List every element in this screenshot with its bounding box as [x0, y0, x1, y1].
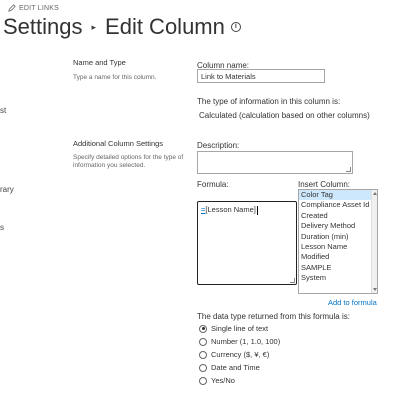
column-name-input[interactable]: Link to Materials: [197, 69, 325, 83]
return-type-label: The data type returned from this formula…: [197, 312, 350, 321]
scroll-up-icon[interactable]: [373, 192, 377, 195]
left-nav-fragment[interactable]: s: [0, 223, 4, 232]
radio-icon[interactable]: [199, 337, 207, 346]
edit-links[interactable]: EDIT LINKS: [8, 4, 59, 12]
additional-settings-heading: Additional Column Settings: [73, 139, 164, 148]
return-type-option[interactable]: Number (1, 1.0, 100): [199, 337, 280, 346]
list-item[interactable]: Lesson Name: [299, 242, 377, 252]
list-item[interactable]: SAMPLE: [299, 263, 377, 273]
breadcrumb-settings[interactable]: Settings: [3, 14, 83, 40]
add-to-formula-button[interactable]: Add to formula: [328, 298, 377, 307]
description-textarea[interactable]: [197, 151, 353, 174]
radio-icon[interactable]: [199, 350, 207, 359]
return-type-option-label: Number (1, 1.0, 100): [211, 337, 281, 346]
radio-icon[interactable]: [199, 376, 207, 385]
resize-handle[interactable]: [290, 278, 295, 283]
description-label: Description:: [197, 141, 240, 150]
return-type-option[interactable]: Yes/No: [199, 376, 235, 385]
list-item[interactable]: System: [299, 273, 377, 283]
radio-selected-icon[interactable]: [199, 324, 207, 333]
additional-settings-description: Specify detailed options for the type of…: [73, 154, 184, 169]
text-caret: [256, 205, 258, 215]
formula-textarea[interactable]: =[Lesson Name]: [197, 201, 297, 285]
pencil-icon: [8, 4, 16, 12]
type-info-label: The type of information in this column i…: [197, 97, 341, 106]
breadcrumb-separator-icon: ▸: [91, 21, 97, 32]
resize-handle[interactable]: [346, 167, 351, 172]
radio-icon[interactable]: [199, 363, 207, 372]
return-type-option-label: Single line of text: [211, 324, 269, 333]
return-type-option-label: Date and Time: [211, 363, 260, 372]
return-type-option[interactable]: Date and Time: [199, 363, 260, 372]
scrollbar[interactable]: [371, 190, 377, 293]
list-item[interactable]: Delivery Method: [299, 221, 377, 231]
scroll-down-icon[interactable]: [373, 288, 377, 291]
return-type-option[interactable]: Currency ($, ¥, €): [199, 350, 269, 359]
edit-links-label: EDIT LINKS: [19, 4, 59, 12]
insert-column-listbox[interactable]: Color Tag Compliance Asset Id Created De…: [298, 189, 378, 294]
list-item[interactable]: Compliance Asset Id: [299, 200, 377, 210]
formula-text: [Lesson Name]: [205, 205, 256, 214]
left-nav-fragment[interactable]: rary: [0, 185, 14, 194]
return-type-option-label: Yes/No: [211, 376, 235, 385]
left-nav-fragment[interactable]: st: [0, 106, 6, 115]
formula-label: Formula:: [197, 180, 229, 189]
name-type-description: Type a name for this column.: [73, 74, 157, 81]
breadcrumb-edit-column: Edit Column: [105, 14, 225, 39]
return-type-option[interactable]: Single line of text: [199, 324, 268, 333]
page-title: Settings ▸ Edit Column i: [3, 14, 241, 40]
name-type-heading: Name and Type: [73, 58, 126, 67]
list-item[interactable]: Duration (min): [299, 232, 377, 242]
info-icon[interactable]: i: [230, 22, 241, 32]
list-item[interactable]: Modified: [299, 252, 377, 262]
list-item[interactable]: Created: [299, 211, 377, 221]
type-info-value: Calculated (calculation based on other c…: [199, 111, 370, 120]
insert-column-label: Insert Column:: [298, 180, 351, 189]
return-type-option-label: Currency ($, ¥, €): [211, 350, 270, 359]
list-item[interactable]: Color Tag: [299, 190, 377, 201]
